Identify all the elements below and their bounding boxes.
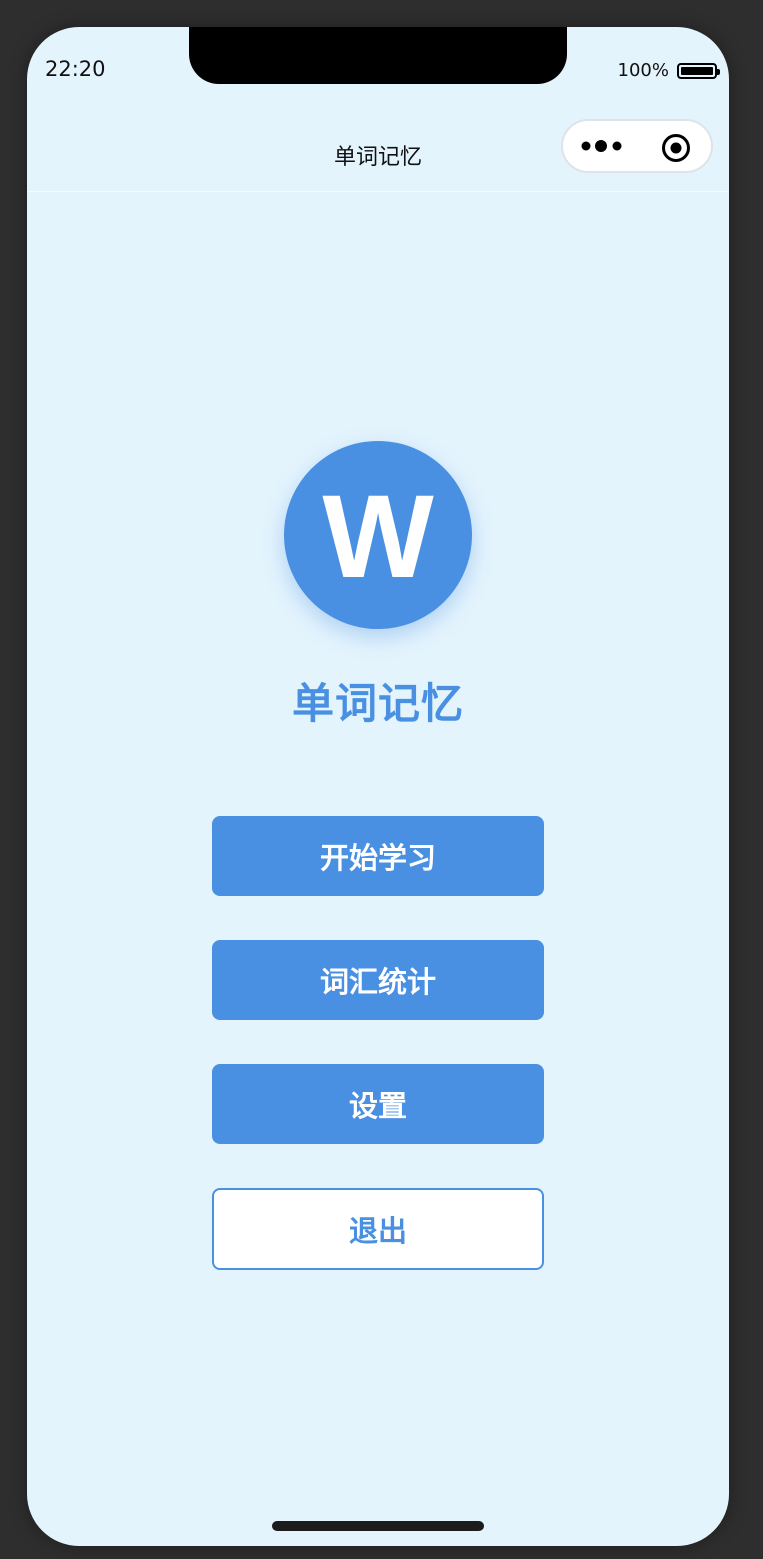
mini-program-capsule bbox=[561, 119, 713, 173]
notch bbox=[189, 27, 567, 84]
vocabulary-stats-button[interactable]: 词汇统计 bbox=[212, 940, 544, 1020]
more-icon[interactable] bbox=[581, 139, 625, 153]
logo-letter: W bbox=[322, 471, 434, 603]
close-mini-program-icon[interactable] bbox=[661, 133, 691, 163]
status-time: 22:20 bbox=[45, 57, 106, 81]
navigation-bar: 单词记忆 bbox=[27, 109, 729, 192]
exit-button[interactable]: 退出 bbox=[212, 1188, 544, 1270]
settings-button[interactable]: 设置 bbox=[212, 1064, 544, 1144]
start-learning-button[interactable]: 开始学习 bbox=[212, 816, 544, 896]
app-logo: W bbox=[284, 441, 472, 629]
home-indicator[interactable] bbox=[272, 1521, 484, 1531]
app-name-heading: 单词记忆 bbox=[291, 679, 464, 728]
phone-screen: 22:20 100% 单词记忆 W 单词记忆 开始学习 词汇统计 设置 退出 bbox=[27, 27, 729, 1546]
battery-percent: 100% bbox=[617, 60, 669, 81]
capsule-divider bbox=[638, 135, 639, 159]
status-battery: 100% bbox=[617, 60, 720, 81]
battery-icon bbox=[677, 62, 720, 79]
